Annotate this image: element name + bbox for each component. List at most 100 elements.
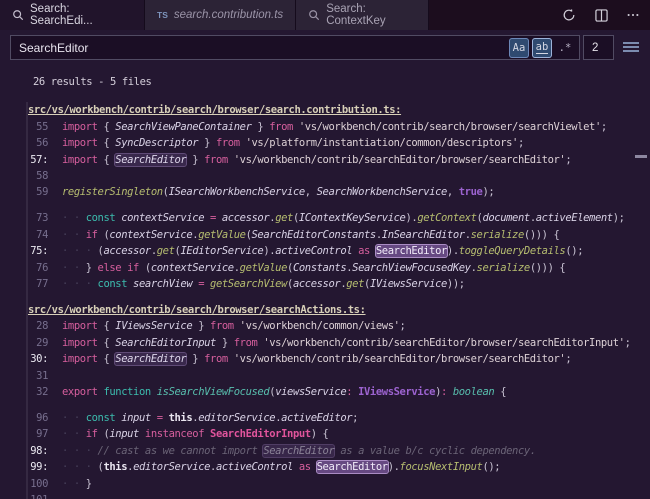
token: 'vs/workbench/contrib/search/browser/sea… <box>293 121 601 133</box>
code-line[interactable]: 55import { SearchViewPaneContainer } fro… <box>0 119 650 135</box>
token: const <box>86 212 116 224</box>
token: as <box>299 461 311 473</box>
more-actions-icon[interactable] <box>622 4 644 26</box>
match-highlight: SearchEditor <box>376 245 447 257</box>
code-line[interactable]: 77· · · const searchView = getSearchView… <box>0 276 650 292</box>
tab-search-searcheditor[interactable]: Search: SearchEdi... <box>0 0 145 30</box>
line-number: 74 <box>0 227 48 243</box>
gutter-divider <box>26 102 28 499</box>
code-text: · · } else if (contextService.getValue(C… <box>62 260 565 276</box>
code-line[interactable]: 100· · } <box>0 476 650 492</box>
token: IEditorService <box>180 245 263 257</box>
token: · · · <box>62 278 98 290</box>
token: viewsService <box>275 386 346 398</box>
code-text: · · · (this.editorService.activeControl … <box>62 459 500 475</box>
token: activeElement <box>536 212 613 224</box>
code-line[interactable]: 73· · const contextService = accessor.ge… <box>0 210 650 226</box>
token: 'vs/workbench/contrib/searchEditor/brows… <box>228 353 566 365</box>
token: import <box>62 137 98 149</box>
search-results: 26 results - 5 files src/vs/workbench/co… <box>0 68 650 499</box>
tab-search-contribution[interactable]: TS search.contribution.ts <box>145 0 296 30</box>
code-text: import { SearchViewPaneContainer } from … <box>62 119 607 135</box>
line-number: 56 <box>0 135 48 151</box>
refresh-icon[interactable] <box>558 4 580 26</box>
token: this <box>169 412 193 424</box>
code-line[interactable]: 98:· · · // cast as we cannot import Sea… <box>0 443 650 459</box>
token: focusNextInput <box>400 461 483 473</box>
token: SearchWorkbenchService <box>317 186 447 198</box>
tab-search-contextkey[interactable]: Search: ContextKey <box>296 0 429 30</box>
code-line[interactable]: 32export function isSearchViewFocused(vi… <box>0 384 650 400</box>
toggle-search-details-icon[interactable] <box>622 39 640 55</box>
token: 'vs/platform/instantiation/common/descri… <box>240 137 518 149</box>
token: ; <box>625 337 631 349</box>
token: ); <box>613 212 625 224</box>
line-number: 31 <box>0 368 48 384</box>
token: (); <box>482 461 500 473</box>
token: ())) { <box>530 262 566 274</box>
token: if <box>127 262 139 274</box>
line-number: 97 <box>0 426 48 442</box>
token: getValue <box>240 262 287 274</box>
token: { <box>98 154 116 166</box>
token: import <box>62 353 98 365</box>
line-number: 99: <box>0 459 48 475</box>
line-number: 28 <box>0 318 48 334</box>
file-header-line: src/vs/workbench/contrib/search/browser/… <box>0 302 650 318</box>
search-input[interactable] <box>11 41 509 55</box>
code-line[interactable]: 97· · if (input instanceof SearchEditorI… <box>0 426 650 442</box>
result-block: 96· · const input = this.editorService.a… <box>0 410 650 499</box>
token: accessor <box>216 212 269 224</box>
result-block: src/vs/workbench/contrib/search/browser/… <box>0 302 650 400</box>
code-line[interactable]: 74· · if (contextService.getValue(Search… <box>0 227 650 243</box>
code-line[interactable]: 75:· · · (accessor.get(IEditorService).a… <box>0 243 650 259</box>
code-text: · · · // cast as we cannot import Search… <box>62 443 536 459</box>
split-editor-icon[interactable] <box>590 4 612 26</box>
match-case-toggle[interactable]: Aa <box>509 38 529 58</box>
token: searchView <box>127 278 198 290</box>
token: ); <box>482 186 494 198</box>
token: (); <box>565 245 583 257</box>
code-line[interactable]: 29import { SearchEditorInput } from 'vs/… <box>0 335 650 351</box>
file-header-link[interactable]: src/vs/workbench/contrib/search/browser/… <box>28 102 401 118</box>
code-line[interactable]: 101 <box>0 492 650 499</box>
file-header-link[interactable]: src/vs/workbench/contrib/search/browser/… <box>28 302 366 318</box>
code-line[interactable]: 99: · · · (this.editorService.activeContr… <box>0 459 650 475</box>
code-line[interactable]: 56import { SyncDescriptor } from 'vs/pla… <box>0 135 650 151</box>
result-block: 73· · const contextService = accessor.ge… <box>0 210 650 292</box>
token: InSearchEditor <box>382 229 465 241</box>
token: ). <box>388 461 400 473</box>
code-line[interactable]: 96· · const input = this.editorService.a… <box>0 410 650 426</box>
token: activeControl <box>275 245 352 257</box>
token: SearchEditorInput <box>210 428 311 440</box>
token: IViewsService <box>358 386 435 398</box>
typescript-icon: TS <box>157 10 168 20</box>
code-line[interactable]: 28import { IViewsService } from 'vs/work… <box>0 318 650 334</box>
code-line[interactable]: 57:import { SearchEditor } from 'vs/work… <box>0 152 650 168</box>
regex-toggle[interactable]: .* <box>555 38 575 58</box>
context-lines-box <box>583 35 614 60</box>
code-line[interactable]: 58 <box>0 168 650 184</box>
code-line[interactable]: 76· · } else if (contextService.getValue… <box>0 260 650 276</box>
line-number: 29 <box>0 335 48 351</box>
token: document <box>482 212 529 224</box>
token: · · <box>62 212 86 224</box>
line-number: 30: <box>0 351 48 367</box>
line-number: 57: <box>0 152 48 168</box>
context-lines-input[interactable] <box>584 36 613 59</box>
line-number: 96 <box>0 410 48 426</box>
tab-label: Search: SearchEdi... <box>30 3 132 27</box>
code-line[interactable]: 30:import { SearchEditor } from 'vs/work… <box>0 351 650 367</box>
line-number: 59 <box>0 184 48 200</box>
code-line[interactable]: 59registerSingleton(ISearchWorkbenchServ… <box>0 184 650 200</box>
code-line[interactable]: 31 <box>0 368 650 384</box>
token: } <box>252 121 270 133</box>
code-text: · · · (accessor.get(IEditorService).acti… <box>62 243 583 259</box>
line-number: 77 <box>0 276 48 292</box>
search-editor-window: Search: SearchEdi... TS search.contribut… <box>0 0 650 499</box>
token: } <box>86 262 98 274</box>
token: from <box>204 353 228 365</box>
whole-word-toggle[interactable]: ab <box>532 38 552 58</box>
token: { <box>98 353 116 365</box>
scrollbar-thumb[interactable] <box>635 155 647 158</box>
